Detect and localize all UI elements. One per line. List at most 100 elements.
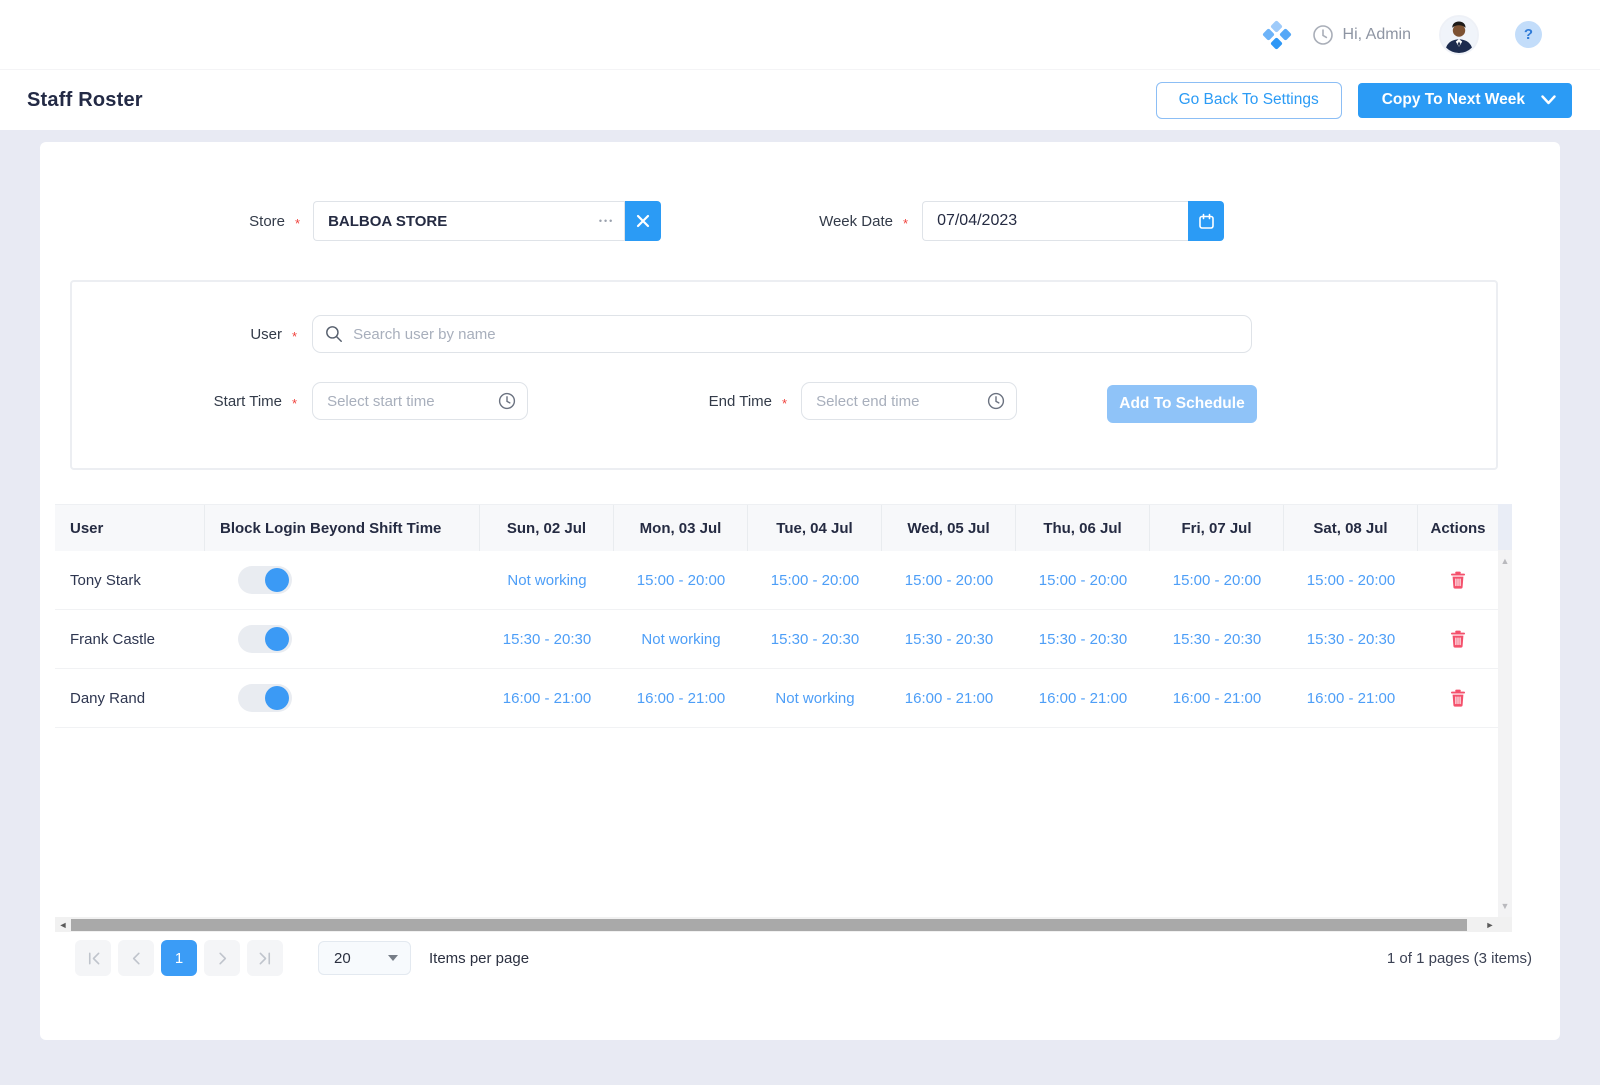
shift-cell[interactable]: 15:00 - 20:00 <box>771 572 859 589</box>
column-header-fri: Fri, 07 Jul <box>1150 505 1284 551</box>
calendar-button[interactable] <box>1188 201 1224 241</box>
page-background: Store * ••• Week Date * <box>0 130 1600 1085</box>
pagination-bar: 1 20 Items per page 1 of 1 pages (3 item… <box>75 940 1532 976</box>
pagination-last-button[interactable] <box>247 940 283 976</box>
column-header-user: User <box>55 505 205 551</box>
column-header-actions: Actions <box>1418 505 1498 551</box>
trash-icon <box>1450 571 1466 589</box>
scroll-up-icon[interactable]: ▲ <box>1498 554 1512 568</box>
user-name-cell: Frank Castle <box>55 610 205 668</box>
user-label: User <box>72 326 282 343</box>
shift-cell[interactable]: 15:00 - 20:00 <box>1039 572 1127 589</box>
pagination-first-button[interactable] <box>75 940 111 976</box>
store-clear-button[interactable] <box>625 201 661 241</box>
roster-table: User Block Login Beyond Shift Time Sun, … <box>55 504 1512 932</box>
required-asterisk: * <box>292 396 297 411</box>
shift-cell[interactable]: Not working <box>775 690 854 707</box>
shift-cell[interactable]: 15:00 - 20:00 <box>637 572 725 589</box>
delete-row-button[interactable] <box>1446 567 1470 593</box>
chevron-down-icon <box>1541 95 1556 106</box>
required-asterisk: * <box>292 329 297 344</box>
shift-cell[interactable]: 15:00 - 20:00 <box>905 572 993 589</box>
copy-button-label: Copy To Next Week <box>1382 91 1525 109</box>
clock-icon <box>987 392 1005 410</box>
calendar-icon <box>1198 213 1215 230</box>
shift-cell[interactable]: 15:30 - 20:30 <box>1307 631 1395 648</box>
copy-to-next-week-button[interactable]: Copy To Next Week <box>1358 83 1572 118</box>
clock-icon[interactable] <box>1312 24 1334 46</box>
topbar: Hi, Admin ? <box>0 0 1600 70</box>
greeting-text: Hi, Admin <box>1343 26 1411 44</box>
shift-cell[interactable]: 15:30 - 20:30 <box>503 631 591 648</box>
apps-diamond-icon[interactable] <box>1264 22 1290 48</box>
user-avatar[interactable] <box>1439 15 1479 55</box>
search-icon <box>325 325 343 343</box>
shift-cell[interactable]: 15:30 - 20:30 <box>905 631 993 648</box>
shift-cell[interactable]: 16:00 - 21:00 <box>1307 690 1395 707</box>
table-row: Dany Rand 16:00 - 21:00 16:00 - 21:00 No… <box>55 669 1498 728</box>
page-title: Staff Roster <box>27 89 143 112</box>
page-header: Staff Roster Go Back To Settings Copy To… <box>0 70 1600 130</box>
column-header-tue: Tue, 04 Jul <box>748 505 882 551</box>
block-login-toggle[interactable] <box>238 684 292 712</box>
column-header-wed: Wed, 05 Jul <box>882 505 1016 551</box>
block-login-toggle[interactable] <box>238 566 292 594</box>
caret-down-icon <box>388 955 398 961</box>
delete-row-button[interactable] <box>1446 685 1470 711</box>
required-asterisk: * <box>903 216 908 231</box>
end-time-label: End Time <box>542 393 772 410</box>
table-row: Frank Castle 15:30 - 20:30 Not working 1… <box>55 610 1498 669</box>
pagination-page-1-button[interactable]: 1 <box>161 940 197 976</box>
shift-cell[interactable]: 15:30 - 20:30 <box>1039 631 1127 648</box>
scroll-down-icon[interactable]: ▼ <box>1498 899 1512 913</box>
user-name-cell: Dany Rand <box>55 669 205 727</box>
shift-cell[interactable]: 15:30 - 20:30 <box>1173 631 1261 648</box>
column-header-block-login: Block Login Beyond Shift Time <box>205 505 480 551</box>
shift-cell[interactable]: 16:00 - 21:00 <box>503 690 591 707</box>
vertical-scrollbar[interactable]: ▲ ▼ <box>1498 504 1512 917</box>
shift-cell[interactable]: 15:00 - 20:00 <box>1307 572 1395 589</box>
close-icon <box>636 214 650 228</box>
pagination-prev-button[interactable] <box>118 940 154 976</box>
shift-cell[interactable]: 16:00 - 21:00 <box>905 690 993 707</box>
page-size-value: 20 <box>334 950 351 967</box>
start-time-label: Start Time <box>72 393 282 410</box>
trash-icon <box>1450 630 1466 648</box>
shift-cell[interactable]: Not working <box>507 572 586 589</box>
search-user-input[interactable] <box>312 315 1252 353</box>
store-input[interactable] <box>313 201 589 241</box>
shift-cell[interactable]: 15:00 - 20:00 <box>1173 572 1261 589</box>
delete-row-button[interactable] <box>1446 626 1470 652</box>
scroll-right-icon[interactable]: ► <box>1482 920 1498 930</box>
shift-cell[interactable]: 16:00 - 21:00 <box>637 690 725 707</box>
go-back-to-settings-button[interactable]: Go Back To Settings <box>1156 82 1342 119</box>
page-size-select[interactable]: 20 <box>318 941 411 975</box>
start-time-input[interactable] <box>312 382 528 420</box>
shift-cell[interactable]: Not working <box>641 631 720 648</box>
week-date-label: Week Date <box>770 213 893 230</box>
horizontal-scrollbar[interactable]: ◄ ► <box>55 917 1512 932</box>
table-row: Tony Stark Not working 15:00 - 20:00 15:… <box>55 551 1498 610</box>
table-header-row: User Block Login Beyond Shift Time Sun, … <box>55 504 1498 551</box>
scroll-left-icon[interactable]: ◄ <box>55 920 71 930</box>
shift-cell[interactable]: 15:30 - 20:30 <box>771 631 859 648</box>
shift-cell[interactable]: 16:00 - 21:00 <box>1039 690 1127 707</box>
column-header-mon: Mon, 03 Jul <box>614 505 748 551</box>
pagination-summary: 1 of 1 pages (3 items) <box>1387 950 1532 967</box>
trash-icon <box>1450 689 1466 707</box>
store-options-icon[interactable]: ••• <box>589 201 625 241</box>
items-per-page-label: Items per page <box>429 950 529 967</box>
user-name-cell: Tony Stark <box>55 551 205 609</box>
roster-card: Store * ••• Week Date * <box>40 142 1560 1040</box>
help-icon[interactable]: ? <box>1515 21 1542 48</box>
pagination-next-button[interactable] <box>204 940 240 976</box>
required-asterisk: * <box>782 396 787 411</box>
column-header-thu: Thu, 06 Jul <box>1016 505 1150 551</box>
week-date-input[interactable] <box>922 201 1188 241</box>
scrollbar-thumb[interactable] <box>71 919 1467 931</box>
column-header-sun: Sun, 02 Jul <box>480 505 614 551</box>
add-to-schedule-button[interactable]: Add To Schedule <box>1107 385 1257 423</box>
shift-cell[interactable]: 16:00 - 21:00 <box>1173 690 1261 707</box>
block-login-toggle[interactable] <box>238 625 292 653</box>
end-time-input[interactable] <box>801 382 1017 420</box>
